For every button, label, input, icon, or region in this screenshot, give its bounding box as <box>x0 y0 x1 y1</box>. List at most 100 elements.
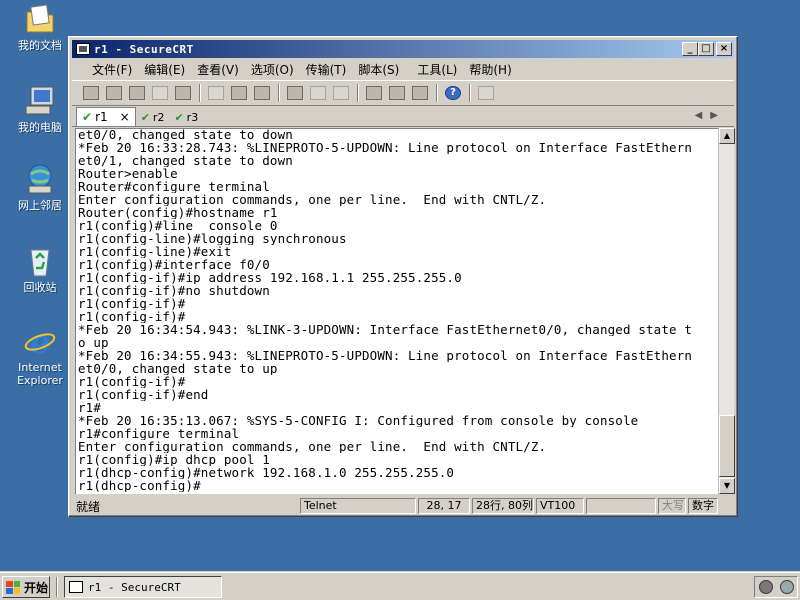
paste-button[interactable] <box>228 83 250 103</box>
menu-edit[interactable]: 编辑(E) <box>138 61 191 78</box>
toolbar-separator <box>357 84 359 102</box>
print-setup-icon <box>333 86 349 100</box>
start-label: 开始 <box>24 580 49 595</box>
terminal-line: Router#configure terminal <box>78 180 270 193</box>
tab-label: r3 <box>186 111 199 124</box>
status-terminal-type: VT100 <box>536 498 584 514</box>
terminal-line: r1(config-if)# <box>78 310 186 323</box>
tab-label: r1 <box>95 110 108 124</box>
print-selection-button[interactable] <box>307 83 329 103</box>
menu-tools[interactable]: 工具(L) <box>411 61 463 78</box>
connect-tab-icon <box>129 86 145 100</box>
desktop-icon-network-places[interactable]: 网上邻居 <box>8 162 72 212</box>
terminal-line: r1#configure terminal <box>78 427 240 440</box>
terminal-line: Router>enable <box>78 167 178 180</box>
session-options-button[interactable] <box>363 83 385 103</box>
statusbar: 就绪 Telnet 28, 17 28行, 80列 VT100 大写 数字 <box>72 497 734 515</box>
desktop-icon-label: 我的文档 <box>18 39 62 52</box>
terminal-line: r1(config-if)#ip address 192.168.1.1 255… <box>78 271 462 284</box>
start-button[interactable]: 开始 <box>2 576 50 598</box>
tab-navigation: ◀▶ <box>695 110 726 121</box>
sftp-button[interactable] <box>475 83 497 103</box>
tray-network-icon[interactable] <box>779 580 794 594</box>
tab-r3[interactable]: ✔ r3 <box>169 109 203 126</box>
terminal-line: *Feb 20 16:35:13.067: %SYS-5-CONFIG_I: C… <box>78 414 639 427</box>
terminal-line: *Feb 20 16:34:55.943: %LINEPROTO-5-UPDOW… <box>78 349 693 362</box>
maximize-button[interactable]: □ <box>698 42 714 56</box>
tab-label: r2 <box>152 111 165 124</box>
close-button[interactable]: × <box>716 42 732 56</box>
find-button[interactable] <box>251 83 273 103</box>
windows-logo-icon <box>6 580 20 594</box>
minimize-button[interactable]: _ <box>682 42 698 56</box>
connected-check-icon: ✔ <box>174 111 184 124</box>
svg-text:e: e <box>30 324 50 358</box>
tab-prev-icon[interactable]: ◀ <box>695 110 711 121</box>
menu-file[interactable]: 文件(F) <box>86 61 138 78</box>
terminal-line: Enter configuration commands, one per li… <box>78 440 547 453</box>
terminal-line: *Feb 20 16:34:54.943: %LINK-3-UPDOWN: In… <box>78 323 693 336</box>
print-setup-button[interactable] <box>330 83 352 103</box>
keymap-button[interactable] <box>409 83 431 103</box>
terminal-line: r1# <box>78 401 102 414</box>
desktop-icon-label: 我的电脑 <box>18 121 62 134</box>
tab-next-icon[interactable]: ▶ <box>710 110 726 121</box>
copy-icon <box>208 86 224 100</box>
menu-options[interactable]: 选项(O) <box>245 61 300 78</box>
taskbar-item-securecrt[interactable]: r1 - SecureCRT <box>64 576 222 598</box>
task-title: r1 - SecureCRT <box>88 580 181 594</box>
status-ready: 就绪 <box>76 499 101 514</box>
help-button[interactable]: ? <box>442 83 464 103</box>
connect-tab-button[interactable] <box>126 83 148 103</box>
terminal-area[interactable]: et0/0, changed state to down *Feb 20 16:3… <box>75 128 718 494</box>
terminal-line: o up <box>78 336 109 349</box>
desktop-icon-my-computer[interactable]: 我的电脑 <box>8 84 72 134</box>
toolbar-separator <box>199 84 201 102</box>
tab-r2[interactable]: ✔ r2 <box>136 109 170 126</box>
scroll-down-button[interactable]: ▼ <box>719 478 735 494</box>
status-caps: 大写 <box>658 498 686 514</box>
connect-button[interactable] <box>80 83 102 103</box>
reconnect-button[interactable] <box>149 83 171 103</box>
find-icon <box>254 86 270 100</box>
menu-script[interactable]: 脚本(S) <box>352 61 405 78</box>
disconnect-button[interactable] <box>172 83 194 103</box>
terminal-line: r1(config)#ip dhcp pool 1 <box>78 453 270 466</box>
quick-connect-button[interactable] <box>103 83 125 103</box>
global-options-button[interactable] <box>386 83 408 103</box>
window-titlebar[interactable]: r1 - SecureCRT _ □ × <box>72 40 734 58</box>
menu-transfer[interactable]: 传输(T) <box>300 61 353 78</box>
terminal-line: et0/0, changed state to down <box>78 128 293 141</box>
tab-r1[interactable]: ✔ r1 × <box>76 107 136 126</box>
toolbar-separator <box>278 84 280 102</box>
terminal-line: r1(config)#line console 0 <box>78 219 278 232</box>
securecrt-app-icon[interactable] <box>76 43 90 55</box>
desktop-icon-my-documents[interactable]: 我的文档 <box>8 2 72 52</box>
scroll-thumb[interactable] <box>719 415 735 477</box>
desktop-icon-recycle-bin[interactable]: 回收站 <box>8 244 72 294</box>
menu-view[interactable]: 查看(V) <box>191 61 245 78</box>
paste-icon <box>231 86 247 100</box>
desktop-icon-label: 网上邻居 <box>18 199 62 212</box>
terminal-line: Router(config)#hostname r1 <box>78 206 278 219</box>
tab-close-icon[interactable]: × <box>120 110 130 124</box>
status-cursor: 28, 17 <box>418 498 470 514</box>
terminal-line: r1(dhcp-config)# <box>78 479 201 492</box>
quick-connect-icon <box>106 86 122 100</box>
menu-help[interactable]: 帮助(H) <box>463 61 517 78</box>
menubar: 文件(F) 编辑(E) 查看(V) 选项(O) 传输(T) 脚本(S) 工具(L… <box>72 59 734 79</box>
tray-volume-icon[interactable] <box>758 580 773 594</box>
scroll-up-button[interactable]: ▲ <box>719 128 735 144</box>
terminal-line: r1(config-if)# <box>78 375 186 388</box>
print-button[interactable] <box>284 83 306 103</box>
vertical-scrollbar[interactable]: ▲ ▼ <box>718 128 735 494</box>
securecrt-task-icon <box>69 581 83 593</box>
connect-icon <box>83 86 99 100</box>
copy-button[interactable] <box>205 83 227 103</box>
internet-explorer-icon: e <box>23 323 57 361</box>
desktop-icon-internet-explorer[interactable]: e Internet Explorer <box>8 323 72 387</box>
my-documents-icon <box>23 2 57 36</box>
toolbar-separator <box>436 84 438 102</box>
desktop-icon-label: 回收站 <box>23 281 57 294</box>
terminal-line: r1(config-if)#end <box>78 388 209 401</box>
